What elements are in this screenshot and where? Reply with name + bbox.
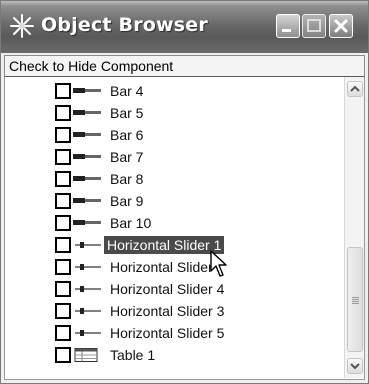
hide-checkbox[interactable] bbox=[55, 325, 71, 341]
bar-icon bbox=[73, 110, 101, 115]
title-bar[interactable]: Object Browser bbox=[1, 1, 368, 53]
slider-icon bbox=[75, 308, 101, 314]
window-title: Object Browser bbox=[41, 14, 208, 36]
hide-checkbox[interactable] bbox=[55, 259, 71, 275]
grip-line bbox=[352, 303, 359, 304]
item-label: Bar 8 bbox=[110, 171, 144, 187]
scroll-thumb[interactable] bbox=[347, 247, 363, 352]
list-item[interactable]: Bar 6 bbox=[5, 124, 340, 146]
close-button[interactable] bbox=[329, 14, 353, 38]
chevron-up-icon bbox=[350, 85, 360, 92]
column-header-label: Check to Hide Component bbox=[9, 58, 174, 74]
list-item[interactable]: Bar 9 bbox=[5, 190, 340, 212]
list-item[interactable]: Bar 5 bbox=[5, 102, 340, 124]
hide-checkbox[interactable] bbox=[55, 193, 71, 209]
item-label: Horizontal Slider 4 bbox=[110, 281, 225, 297]
table-icon bbox=[74, 348, 98, 362]
item-label: Bar 5 bbox=[110, 105, 144, 121]
list-item[interactable]: Horizontal Slider 5 bbox=[5, 322, 340, 344]
item-label: Table 1 bbox=[110, 347, 156, 363]
item-label: Bar 6 bbox=[110, 127, 144, 143]
hide-checkbox[interactable] bbox=[55, 347, 71, 363]
hide-checkbox[interactable] bbox=[55, 127, 71, 143]
hide-checkbox[interactable] bbox=[55, 303, 71, 319]
bar-icon bbox=[73, 132, 101, 137]
slider-icon bbox=[75, 264, 101, 270]
item-label: Horizontal Slider 5 bbox=[110, 325, 225, 341]
bar-icon bbox=[73, 198, 101, 203]
item-label: Horizontal Slider 3 bbox=[110, 303, 225, 319]
list-item[interactable]: Horizontal Slider 4 bbox=[5, 278, 340, 300]
item-label: Horizontal Slider 1 bbox=[104, 236, 225, 254]
list-item[interactable]: Bar 4 bbox=[5, 80, 340, 102]
hide-checkbox[interactable] bbox=[55, 83, 71, 99]
item-label: Bar 10 bbox=[110, 215, 152, 231]
bar-icon bbox=[73, 154, 101, 159]
scroll-up-button[interactable] bbox=[347, 81, 363, 97]
vertical-scrollbar[interactable] bbox=[344, 77, 364, 378]
slider-icon bbox=[75, 286, 101, 292]
item-label: Bar 7 bbox=[110, 149, 144, 165]
slider-icon bbox=[75, 330, 101, 336]
grip-line bbox=[352, 297, 359, 298]
list-item[interactable]: Horizontal Slider bbox=[5, 256, 340, 278]
hide-checkbox[interactable] bbox=[55, 215, 71, 231]
list-item[interactable]: Table 1 bbox=[5, 344, 340, 366]
list-item[interactable]: Horizontal Slider 1 bbox=[5, 234, 340, 256]
item-label: Horizontal Slider bbox=[110, 259, 213, 275]
list-item[interactable]: Bar 7 bbox=[5, 146, 340, 168]
slider-icon bbox=[75, 242, 101, 248]
object-browser-window: Object Browser Check to Hide Component B… bbox=[0, 0, 369, 384]
bar-icon bbox=[73, 220, 101, 225]
maximize-icon bbox=[307, 19, 321, 32]
column-header[interactable]: Check to Hide Component bbox=[4, 55, 365, 77]
list-item[interactable]: Bar 8 bbox=[5, 168, 340, 190]
scroll-down-button[interactable] bbox=[347, 358, 363, 374]
chevron-down-icon bbox=[350, 363, 360, 370]
item-label: Bar 4 bbox=[110, 83, 144, 99]
maximize-button[interactable] bbox=[302, 14, 326, 38]
hide-checkbox[interactable] bbox=[55, 149, 71, 165]
hide-checkbox[interactable] bbox=[55, 237, 71, 253]
list-item[interactable]: Bar 10 bbox=[5, 212, 340, 234]
hide-checkbox[interactable] bbox=[55, 171, 71, 187]
close-icon bbox=[334, 19, 348, 33]
minimize-button[interactable] bbox=[276, 14, 300, 38]
minimize-icon bbox=[282, 29, 291, 32]
item-label: Bar 9 bbox=[110, 193, 144, 209]
grip-line bbox=[352, 301, 359, 302]
bar-icon bbox=[73, 88, 101, 93]
component-list[interactable]: Bar 4 Bar 5 Bar 6 Bar 7 Bar 8 Bar 9 Bar 10 Hori… bbox=[4, 77, 365, 380]
sparkle-app-icon bbox=[10, 14, 34, 38]
hide-checkbox[interactable] bbox=[55, 105, 71, 121]
list-item[interactable]: Horizontal Slider 3 bbox=[5, 300, 340, 322]
hide-checkbox[interactable] bbox=[55, 281, 71, 297]
grip-line bbox=[352, 299, 359, 300]
bar-icon bbox=[73, 176, 101, 181]
